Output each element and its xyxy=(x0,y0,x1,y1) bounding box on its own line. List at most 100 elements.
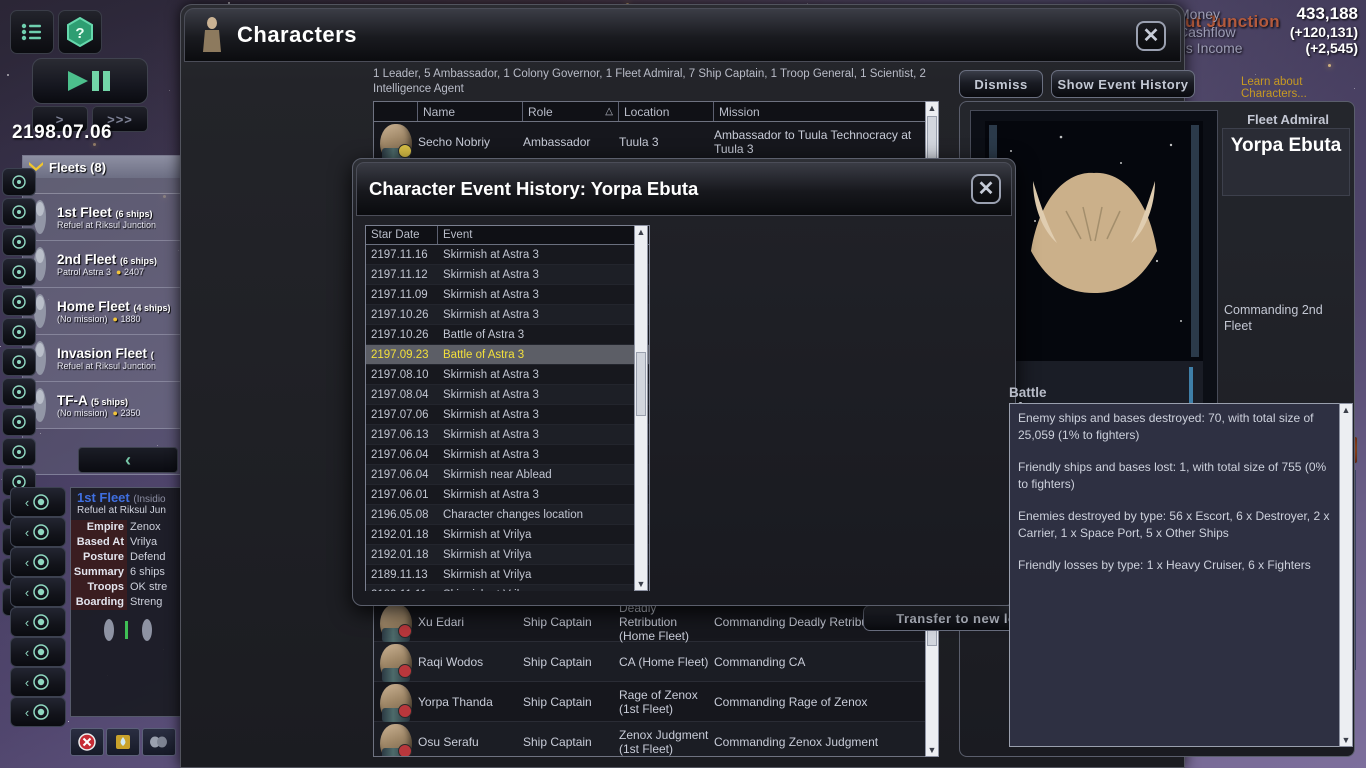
rail-button-danger[interactable] xyxy=(2,348,36,376)
chevron-left-icon: ‹ xyxy=(24,494,30,510)
fleet-list-item[interactable]: Home Fleet (4 ships) (No mission) ● 1880 xyxy=(23,288,181,335)
menu-button[interactable] xyxy=(10,10,54,54)
fleet-list-item[interactable]: 2nd Fleet (6 ships) Patrol Astra 3 ● 2407 xyxy=(23,241,181,288)
table-row[interactable]: Raqi Wodos Ship Captain CA (Home Fleet) Com… xyxy=(374,642,934,682)
rail2-button-unknown[interactable]: ‹ xyxy=(10,697,66,727)
characters-close-button[interactable]: ✕ xyxy=(1136,21,1166,51)
event-row-date: 2197.06.04 xyxy=(371,448,429,461)
rail2-button-aircraft[interactable]: ‹ xyxy=(10,577,66,607)
speed-play-pause-button[interactable] xyxy=(32,58,148,104)
event-row[interactable]: 2197.06.01 Skirmish at Astra 3 xyxy=(366,485,649,505)
event-row[interactable]: 2189.11.11Skirmish at Vrilya xyxy=(366,585,649,591)
event-dialog-close-button[interactable]: ✕ xyxy=(971,174,1001,204)
event-row-date: 2197.06.01 xyxy=(371,488,429,501)
rail-button-diplomacy[interactable] xyxy=(2,408,36,436)
svg-text:?: ? xyxy=(75,25,84,42)
table-row[interactable]: Xu Edari Ship Captain Deadly Retribution (… xyxy=(374,601,934,643)
event-scroll-up-icon[interactable]: ▲ xyxy=(637,226,646,238)
event-row-name: Skirmish at Astra 3 xyxy=(443,408,539,421)
event-row-name: Skirmish at Astra 3 xyxy=(443,448,539,461)
event-row[interactable]: 2197.10.26 Battle of Astra 3 xyxy=(366,325,649,345)
detail-scroll-down-icon[interactable]: ▼ xyxy=(1342,734,1351,746)
event-row[interactable]: 2197.06.13 Skirmish at Astra 3 xyxy=(366,425,649,445)
scroll-down-icon[interactable]: ▼ xyxy=(928,744,937,756)
event-row[interactable]: 2197.08.10 Skirmish at Astra 3 xyxy=(366,365,649,385)
event-row[interactable]: 2196.05.08 Character changes location xyxy=(366,505,649,525)
rail2-button-planet[interactable]: ‹ xyxy=(10,547,66,577)
event-detail-scrollbar[interactable]: ▲ ▼ xyxy=(1339,403,1353,747)
fleet-list-item[interactable]: TF-A (5 ships) (No mission) ● 2350 xyxy=(23,382,181,429)
event-row[interactable]: 2197.11.09 Skirmish at Astra 3 xyxy=(366,285,649,305)
detail-scroll-up-icon[interactable]: ▲ xyxy=(1342,404,1351,416)
rail2-button-target-lock[interactable]: ‹ xyxy=(10,487,66,517)
rail-button-fleets[interactable] xyxy=(2,378,36,406)
panel-collapse-button[interactable]: ‹ xyxy=(78,447,178,473)
fleet-disband-button[interactable] xyxy=(70,728,104,756)
characters-scrollbar-bottom[interactable]: ▼ xyxy=(925,615,939,757)
event-scroll-thumb[interactable] xyxy=(636,352,646,416)
rail-button-research[interactable] xyxy=(2,228,36,256)
fleet-stat-label: Summary xyxy=(73,566,124,578)
stats-icon xyxy=(12,325,26,339)
avatar xyxy=(374,722,418,756)
scroll-up-icon[interactable]: ▲ xyxy=(928,102,937,114)
rail2-button-moon[interactable]: ‹ xyxy=(10,517,66,547)
fleet-list-item-name: 1st Fleet (6 ships) xyxy=(57,204,153,220)
event-scroll-down-icon[interactable]: ▼ xyxy=(637,578,646,590)
fleet-refuel-button[interactable] xyxy=(106,728,140,756)
rail-button-galaxy[interactable] xyxy=(2,168,36,196)
event-row-date: 2192.01.18 xyxy=(371,548,429,561)
column-star-date[interactable]: Star Date xyxy=(366,226,438,244)
rail-button-design[interactable] xyxy=(2,288,36,316)
fleet-ships-button[interactable] xyxy=(142,728,176,756)
rail2-button-flag[interactable]: ‹ xyxy=(10,637,66,667)
rail2-button-troops[interactable]: ‹ xyxy=(10,667,66,697)
rail-button-stats[interactable] xyxy=(2,318,36,346)
event-row[interactable]: 2197.08.04 Skirmish at Astra 3 xyxy=(366,385,649,405)
ships-icon xyxy=(150,736,167,748)
column-event[interactable]: Event xyxy=(438,226,649,244)
money-value: 433,188 xyxy=(1296,4,1358,23)
cashflow-value: (+120,131) xyxy=(1289,24,1358,40)
chevron-left-icon: ‹ xyxy=(24,584,30,600)
help-button[interactable]: ? xyxy=(58,10,102,54)
rail-button-troop[interactable] xyxy=(2,198,36,226)
column-mission[interactable]: Mission xyxy=(714,102,934,121)
column-role[interactable]: Role △ xyxy=(523,102,619,121)
event-list-scrollbar[interactable]: ▲ ▼ xyxy=(634,225,648,591)
fleet-list-item[interactable]: 1st Fleet (6 ships) Refuel at Riksul Junc… xyxy=(23,194,181,241)
design-icon xyxy=(12,295,26,309)
table-row[interactable]: Osu Serafu Ship Captain Zenox Judgment (1s… xyxy=(374,722,934,756)
rail-button-flag[interactable] xyxy=(2,438,36,466)
character-row-role: Ambassador xyxy=(523,134,591,149)
event-row-date: 2197.06.04 xyxy=(371,468,429,481)
event-row[interactable]: 2197.11.12 Skirmish at Astra 3 xyxy=(366,265,649,285)
character-row-mission: Commanding Rage of Zenox xyxy=(714,694,868,709)
event-row[interactable]: 2189.11.13 Skirmish at Vrilya xyxy=(366,565,649,585)
fleet-list-item-name: 2nd Fleet (6 ships) xyxy=(57,251,158,267)
rail2-button-gear[interactable]: ‹ xyxy=(10,607,66,637)
table-row[interactable]: Secho Nobriy Ambassador Tuula 3 Ambassador … xyxy=(374,122,934,162)
event-row[interactable]: 2197.06.04 Skirmish at Astra 3 xyxy=(366,445,649,465)
dismiss-button[interactable]: Dismiss xyxy=(959,70,1043,98)
fleet-list-item[interactable]: Invasion Fleet (Refuel at Riksul Junctio… xyxy=(23,335,181,382)
learn-about-characters-link[interactable]: Learn about Characters... xyxy=(1241,76,1307,100)
event-row[interactable]: 2197.06.04 Skirmish near Ablead xyxy=(366,465,649,485)
event-row[interactable]: 2197.11.16 Skirmish at Astra 3 xyxy=(366,245,649,265)
fleet-stat-label: Posture xyxy=(83,551,124,563)
aircraft-icon xyxy=(33,584,49,600)
event-row[interactable]: 2197.07.06 Skirmish at Astra 3 xyxy=(366,405,649,425)
column-location[interactable]: Location xyxy=(619,102,714,121)
event-row[interactable]: 2192.01.18 Skirmish at Vrilya xyxy=(366,525,649,545)
event-row[interactable]: 2192.01.18 Skirmish at Vrilya xyxy=(366,545,649,565)
rail-button-empire[interactable] xyxy=(2,258,36,286)
fuel-drop-icon xyxy=(116,735,130,749)
event-row-date: 2197.11.16 xyxy=(371,248,428,261)
event-row[interactable]: 2197.10.26 Skirmish at Astra 3 xyxy=(366,305,649,325)
table-row[interactable]: Yorpa Thanda Ship Captain Rage of Zenox (1… xyxy=(374,682,934,722)
event-row[interactable]: 2197.09.23 Battle of Astra 3 xyxy=(366,345,649,365)
fleets-panel-header[interactable]: Fleets (8) xyxy=(23,156,181,178)
column-name[interactable]: Name xyxy=(418,102,523,121)
show-event-history-button[interactable]: Show Event History xyxy=(1051,70,1195,98)
selected-fleet-stat-labels: Empire Based At Posture Summary Troops Boardi… xyxy=(71,520,127,610)
